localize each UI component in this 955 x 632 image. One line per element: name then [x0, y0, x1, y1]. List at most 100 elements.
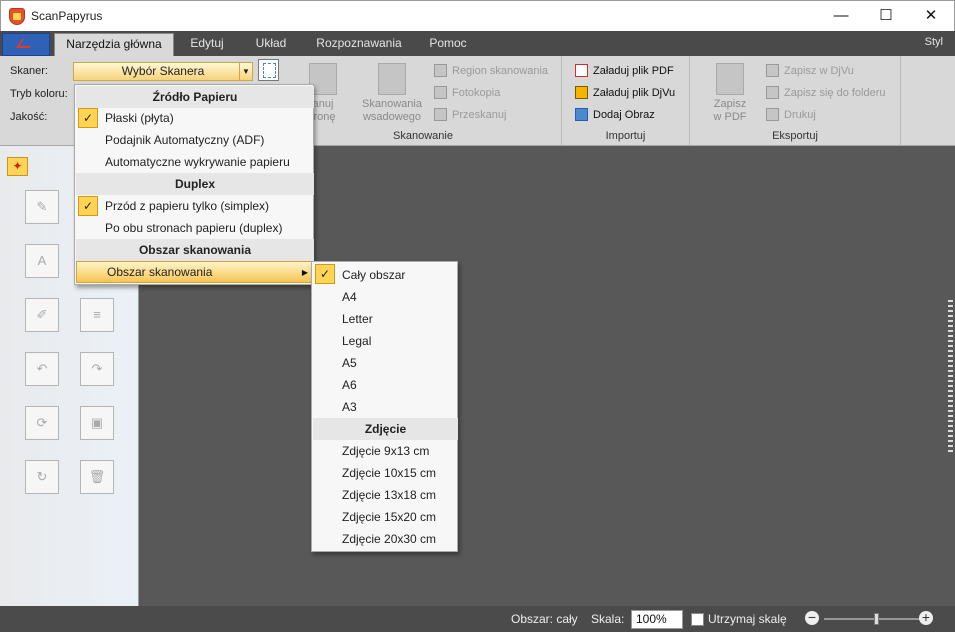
replace-page-icon[interactable]: ↻: [25, 460, 59, 494]
save-pdf-button[interactable]: Zapisz w PDF: [702, 63, 758, 124]
rotate-right-icon[interactable]: ↷: [80, 352, 114, 386]
region-icon: [434, 64, 447, 77]
import-group: Załaduj plik PDF Załaduj plik DjVu Dodaj…: [562, 56, 690, 145]
zoom-out-icon[interactable]: −: [805, 610, 819, 625]
area-option-a3[interactable]: A3: [342, 396, 357, 418]
window-title: ScanPapyrus: [31, 9, 103, 23]
zoom-in-icon[interactable]: +: [919, 610, 933, 625]
photo-option-13x18[interactable]: Zdjęcie 13x18 cm: [342, 484, 436, 506]
menu-header-scan-area: Obszar skanowania: [76, 239, 314, 261]
keep-scale-checkbox[interactable]: [691, 613, 704, 626]
area-option-a5[interactable]: A5: [342, 352, 357, 374]
close-button[interactable]: ✕: [908, 1, 954, 31]
save-djvu-button[interactable]: Zapisz w DjVu: [766, 64, 854, 77]
auto-page-icon[interactable]: A: [25, 244, 59, 278]
scale-label: Skala:: [591, 612, 625, 626]
zoom-slider[interactable]: [824, 618, 920, 620]
folder-icon: [766, 86, 779, 99]
add-image-button[interactable]: Dodaj Obraz: [575, 108, 655, 121]
quality-label: Jakość:: [10, 111, 48, 123]
tab-layout[interactable]: Układ: [244, 33, 298, 56]
scanner-label: Skaner:: [10, 65, 48, 77]
application-menu-button[interactable]: [2, 33, 50, 56]
minimize-button[interactable]: —: [818, 1, 864, 31]
rotate-left-icon[interactable]: ↶: [25, 352, 59, 386]
tab-home[interactable]: Narzędzia główna: [54, 33, 174, 56]
refresh-page-icon[interactable]: ⟳: [25, 406, 59, 440]
pages-icon: [378, 63, 406, 95]
keep-scale-label: Utrzymaj skalę: [708, 612, 787, 626]
edit-page-icon[interactable]: ✐: [25, 298, 59, 332]
menu-item-adf[interactable]: Podajnik Automatyczny (ADF): [105, 129, 264, 151]
rescan-button[interactable]: Przeskanuj: [434, 108, 506, 121]
image-icon: [575, 108, 588, 121]
trash-icon[interactable]: 🗑: [80, 460, 114, 494]
photocopy-button[interactable]: Fotokopia: [434, 86, 500, 99]
magic-wand-page-icon[interactable]: ✎: [25, 190, 59, 224]
djvu-icon: [766, 64, 779, 77]
printer-icon: [766, 108, 779, 121]
scanner-select-value: Wybór Skanera: [121, 64, 205, 78]
tab-recognition[interactable]: Rozpoznawania: [308, 33, 410, 56]
style-menu[interactable]: Styl: [925, 36, 943, 48]
menu-header-duplex: Duplex: [76, 173, 314, 195]
menu-header-photo: Zdjęcie: [313, 418, 458, 440]
area-option-a6[interactable]: A6: [342, 374, 357, 396]
status-bar: Obszar: cały Skala: 100% Utrzymaj skalę …: [0, 606, 955, 632]
export-group: Zapisz w PDF Zapisz w DjVu Zapisz się do …: [690, 56, 901, 145]
photo-option-10x15[interactable]: Zdjęcie 10x15 cm: [342, 462, 436, 484]
zoom-slider-thumb[interactable]: [874, 613, 879, 625]
area-option-letter[interactable]: Letter: [342, 308, 373, 330]
color-mode-label: Tryb koloru:: [10, 88, 68, 100]
tab-help[interactable]: Pomoc: [420, 33, 476, 56]
load-pdf-button[interactable]: Załaduj plik PDF: [575, 64, 674, 77]
tab-edit[interactable]: Edytuj: [180, 33, 234, 56]
check-icon: ✓: [78, 196, 98, 216]
ribbon-tabs: Narzędzia główna Edytuj Układ Rozpoznawa…: [0, 31, 955, 56]
menu-header-paper-source: Źródło Papieru: [76, 86, 314, 108]
scan-paper-settings-icon[interactable]: [258, 59, 279, 81]
scale-input[interactable]: 100%: [631, 610, 683, 629]
pdf-icon: [716, 63, 744, 95]
menu-item-duplex[interactable]: Po obu stronach papieru (duplex): [105, 217, 282, 239]
scan-area-label: Obszar skanowania: [107, 265, 213, 279]
export-group-label: Eksportuj: [772, 130, 818, 142]
batch-scan-button[interactable]: Skanowania wsadowego: [355, 63, 429, 124]
menu-item-auto-detect[interactable]: Automatyczne wykrywanie papieru: [105, 151, 290, 173]
title-bar: ScanPapyrus — ☐ ✕: [0, 0, 955, 31]
paper-source-menu: Źródło Papieru ✓ Płaski (płyta) Podajnik…: [74, 84, 314, 285]
text-page-icon[interactable]: ≡: [80, 298, 114, 332]
app-logo-icon: [9, 8, 25, 25]
rescan-icon: [434, 108, 447, 121]
app-menu-icon: [15, 39, 37, 48]
load-djvu-button[interactable]: Załaduj plik DjVu: [575, 86, 675, 99]
scan-area-submenu: ✓ Cały obszar A4 Letter Legal A5 A6 A3 Z…: [311, 261, 458, 552]
pin-icon[interactable]: ✦: [7, 157, 28, 176]
pdf-icon: [575, 64, 588, 77]
area-option-full[interactable]: Cały obszar: [342, 264, 405, 286]
chevron-down-icon[interactable]: ▼: [239, 63, 252, 80]
menu-item-scan-area[interactable]: Obszar skanowania ▶: [76, 261, 314, 283]
scan-region-button[interactable]: Region skanowania: [434, 64, 548, 77]
save-folder-button[interactable]: Zapisz się do folderu: [766, 86, 886, 99]
menu-item-flatbed[interactable]: Płaski (płyta): [105, 107, 174, 129]
photocopy-icon: [434, 86, 447, 99]
photo-option-15x20[interactable]: Zdjęcie 15x20 cm: [342, 506, 436, 528]
djvu-icon: [575, 86, 588, 99]
save-page-icon[interactable]: ▣: [80, 406, 114, 440]
splitter-handle[interactable]: [948, 300, 953, 454]
photo-option-9x13[interactable]: Zdjęcie 9x13 cm: [342, 440, 429, 462]
area-status: Obszar: cały: [511, 612, 578, 626]
check-icon: ✓: [78, 108, 98, 128]
area-option-a4[interactable]: A4: [342, 286, 357, 308]
print-button[interactable]: Drukuj: [766, 108, 816, 121]
maximize-button[interactable]: ☐: [863, 1, 909, 31]
photo-option-20x30[interactable]: Zdjęcie 20x30 cm: [342, 528, 436, 550]
check-icon: ✓: [315, 264, 335, 284]
menu-item-simplex[interactable]: Przód z papieru tylko (simplex): [105, 195, 269, 217]
area-option-legal[interactable]: Legal: [342, 330, 371, 352]
scan-group-label: Skanowanie: [393, 130, 453, 142]
scanner-select[interactable]: Wybór Skanera ▼: [73, 62, 253, 81]
chevron-right-icon: ▶: [301, 268, 308, 277]
scan-group: anuj tronę Skanowania wsadowego Region ska…: [285, 56, 562, 145]
